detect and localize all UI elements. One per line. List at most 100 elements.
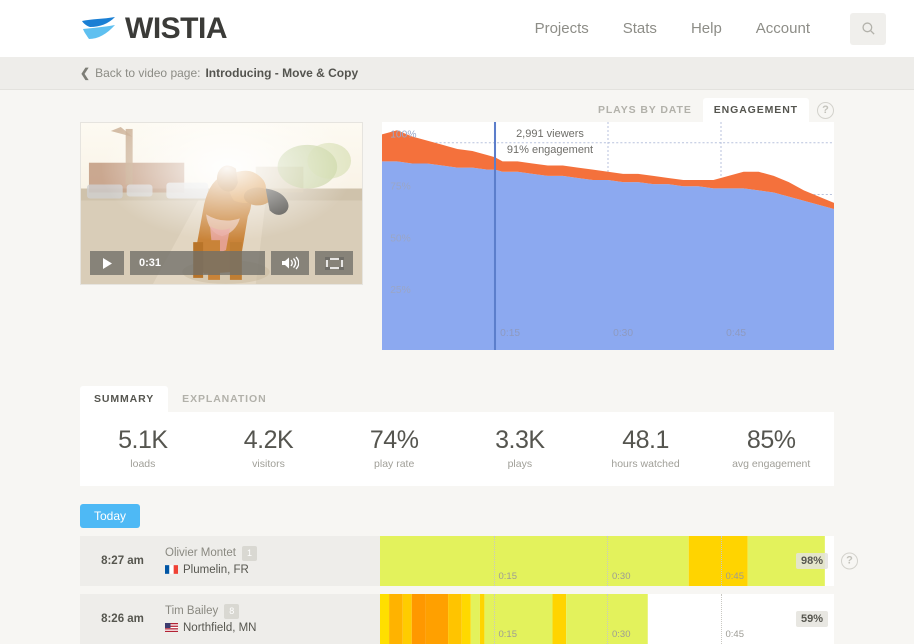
heat-segment xyxy=(425,594,448,644)
xtick-label: 0:15 xyxy=(500,328,520,339)
stat-label: avg engagement xyxy=(708,458,834,470)
chart-help-icon[interactable]: ? xyxy=(817,102,834,119)
viewer-location: Plumelin, FR xyxy=(165,564,380,576)
play-button[interactable] xyxy=(90,251,124,275)
wistia-swoosh-icon xyxy=(80,16,118,42)
viewer-identity: Olivier Montet1 Plumelin, FR xyxy=(165,536,380,586)
flag-fr-icon xyxy=(165,565,178,574)
stat-play-rate: 74% play rate xyxy=(331,426,457,470)
tab-summary[interactable]: SUMMARY xyxy=(80,386,168,412)
main-content: PLAYS BY DATE ENGAGEMENT ? xyxy=(0,90,914,644)
nav-item-account[interactable]: Account xyxy=(756,20,810,37)
search-icon xyxy=(861,21,876,36)
summary-stats: 5.1K loads 4.2K visitors 74% play rate 3… xyxy=(80,412,834,486)
heat-segment xyxy=(566,594,648,644)
stat-label: play rate xyxy=(331,458,457,470)
viewer-row[interactable]: 8:27 amOlivier Montet1 Plumelin, FR 0:150:… xyxy=(80,536,834,586)
today-badge[interactable]: Today xyxy=(80,504,140,528)
stat-value: 48.1 xyxy=(583,426,709,455)
nav-item-projects[interactable]: Projects xyxy=(535,20,589,37)
viewer-location: Northfield, MN xyxy=(165,622,380,634)
search-button[interactable] xyxy=(850,13,886,45)
viewer-time: 8:26 am xyxy=(80,594,165,644)
stat-label: plays xyxy=(457,458,583,470)
engagement-chart-svg: 25% 50% 75% 100% 0:15 0:30 0:45 xyxy=(382,122,834,350)
viewer-heatmap[interactable]: 0:150:300:4598% xyxy=(380,536,834,586)
nav-item-help[interactable]: Help xyxy=(691,20,722,37)
viewer-identity: Tim Bailey8 Northfield, MN xyxy=(165,594,380,644)
summary-tab-bar: SUMMARY EXPLANATION xyxy=(80,386,834,412)
back-chevron-icon: ❮ xyxy=(80,66,90,80)
tab-engagement[interactable]: ENGAGEMENT xyxy=(703,98,809,122)
heat-segment xyxy=(412,594,426,644)
viewer-heatmap-svg xyxy=(380,536,834,586)
stat-value: 5.1K xyxy=(80,426,206,455)
fullscreen-button[interactable] xyxy=(315,251,353,275)
video-player[interactable]: 0:31 xyxy=(80,122,363,285)
engagement-chart[interactable]: 25%50%75%100%0:150:300:45 2,991 viewers … xyxy=(382,122,834,350)
stat-value: 3.3K xyxy=(457,426,583,455)
wistia-logo[interactable]: WISTIA xyxy=(80,12,227,46)
ytick-label: 100% xyxy=(390,130,416,141)
heat-segment xyxy=(471,594,480,644)
ytick-label: 75% xyxy=(390,182,411,193)
viewer-play-count-badge: 1 xyxy=(242,546,257,561)
breadcrumb-band: ❮ Back to video page: Introducing - Move… xyxy=(0,57,914,90)
ytick-label: 50% xyxy=(390,233,411,244)
viewer-location-label: Northfield, MN xyxy=(183,622,257,634)
stat-value: 74% xyxy=(331,426,457,455)
stat-hours-watched: 48.1 hours watched xyxy=(583,426,709,470)
scrubber[interactable]: 0:31 xyxy=(130,251,265,275)
viewer-engagement-percent: 59% xyxy=(796,611,828,627)
wistia-logo-text: WISTIA xyxy=(125,12,227,46)
nav-item-stats[interactable]: Stats xyxy=(623,20,657,37)
play-icon xyxy=(102,257,113,270)
viewer-list: 8:27 amOlivier Montet1 Plumelin, FR 0:150:… xyxy=(80,536,834,644)
viewer-time: 8:27 am xyxy=(80,536,165,586)
stat-value: 85% xyxy=(708,426,834,455)
stat-loads: 5.1K loads xyxy=(80,426,206,470)
heat-segment xyxy=(553,594,567,644)
volume-button[interactable] xyxy=(271,251,309,275)
heat-segment xyxy=(380,594,389,644)
heat-segment xyxy=(403,594,412,644)
heat-segment xyxy=(380,536,689,586)
breadcrumb-video-title: Introducing - Move & Copy xyxy=(205,66,358,80)
stat-label: visitors xyxy=(206,458,332,470)
stat-value: 4.2K xyxy=(206,426,332,455)
ytick-label: 25% xyxy=(390,285,411,296)
fullscreen-icon xyxy=(325,257,344,270)
heat-segment xyxy=(484,594,552,644)
viewer-heatmap-svg xyxy=(380,594,834,644)
viewer-help-icon[interactable]: ? xyxy=(841,552,858,569)
breadcrumb[interactable]: ❮ Back to video page: Introducing - Move… xyxy=(80,66,358,80)
video-time: 0:31 xyxy=(139,257,161,269)
viewer-name[interactable]: Tim Bailey8 xyxy=(165,604,380,619)
viewer-play-count-badge: 8 xyxy=(224,604,239,619)
heat-segment xyxy=(389,594,403,644)
viewer-row[interactable]: 8:26 amTim Bailey8 Northfield, MN 0:150:30… xyxy=(80,594,834,644)
xtick-label: 0:45 xyxy=(726,328,746,339)
flag-us-icon xyxy=(165,623,178,632)
tab-plays-by-date[interactable]: PLAYS BY DATE xyxy=(587,98,703,122)
heat-segment xyxy=(480,594,485,644)
viewer-engagement-percent: 98% xyxy=(796,553,828,569)
stat-plays: 3.3K plays xyxy=(457,426,583,470)
viewer-name[interactable]: Olivier Montet1 xyxy=(165,546,380,561)
chart-tab-bar: PLAYS BY DATE ENGAGEMENT ? xyxy=(80,90,834,122)
video-and-chart-row: 0:31 xyxy=(80,122,834,350)
stat-label: loads xyxy=(80,458,206,470)
video-controls: 0:31 xyxy=(90,251,353,275)
xtick-label: 0:30 xyxy=(613,328,633,339)
top-navigation-bar: WISTIA Projects Stats Help Account xyxy=(0,0,914,57)
breadcrumb-prefix: Back to video page: xyxy=(95,66,200,80)
tab-explanation[interactable]: EXPLANATION xyxy=(168,386,280,412)
volume-icon xyxy=(281,256,299,270)
stat-visitors: 4.2K visitors xyxy=(206,426,332,470)
viewer-heatmap[interactable]: 0:150:300:4559% xyxy=(380,594,834,644)
viewer-location-label: Plumelin, FR xyxy=(183,564,249,576)
heat-segment xyxy=(462,594,471,644)
stat-avg-engagement: 85% avg engagement xyxy=(708,426,834,470)
heat-segment xyxy=(689,536,748,586)
heat-segment xyxy=(448,594,462,644)
